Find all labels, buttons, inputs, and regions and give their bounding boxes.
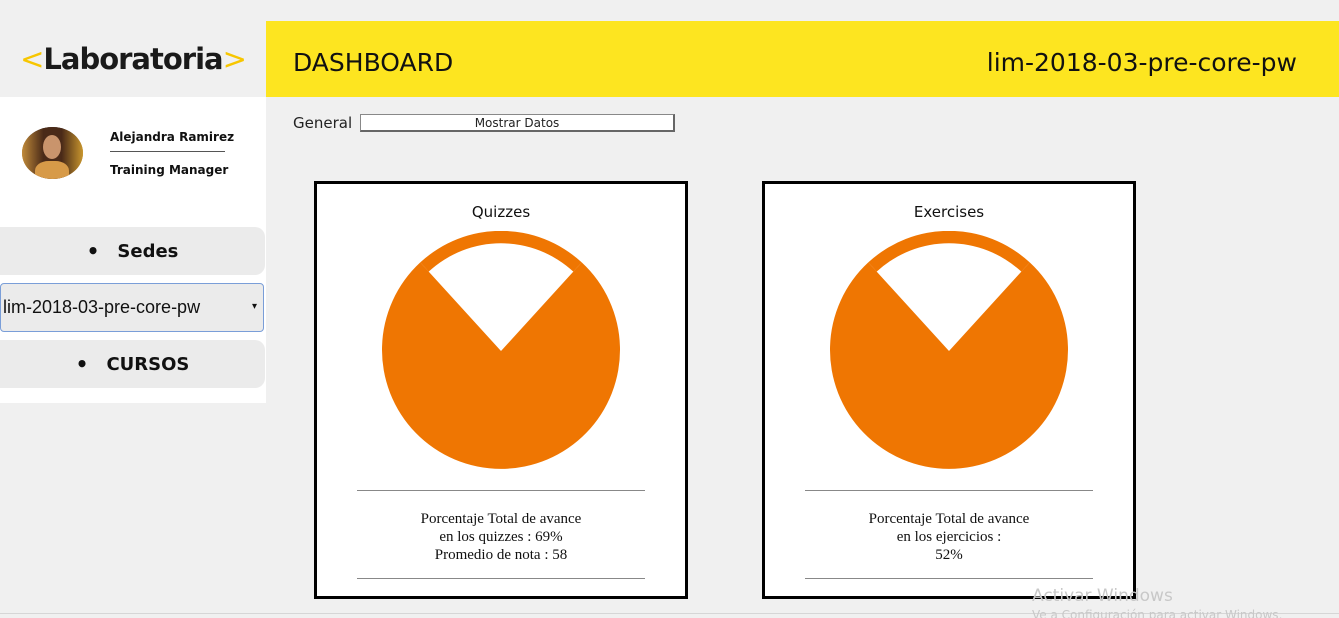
- divider-top: [805, 490, 1093, 491]
- exercises-stat-line2: en los ejercicios :: [896, 529, 1002, 545]
- quizzes-pie-chart: [382, 231, 620, 469]
- page-title: DASHBOARD: [293, 48, 454, 77]
- quizzes-stat-line1: Porcentaje Total de avance: [420, 511, 582, 527]
- cohort-select[interactable]: lim-2018-03-pre-core-pw ▾: [0, 283, 264, 332]
- exercises-pie-ring: [868, 231, 1030, 272]
- header-bar: DASHBOARD lim-2018-03-pre-core-pw: [266, 21, 1339, 97]
- cursos-label: CURSOS: [106, 353, 190, 375]
- windows-activation-watermark: Activar Windows: [1032, 586, 1173, 606]
- logo-left-chevron: <: [20, 42, 44, 76]
- user-profile: Alejandra Ramirez Training Manager: [22, 127, 252, 179]
- cohort-select-value: lim-2018-03-pre-core-pw: [3, 297, 201, 317]
- quizzes-stat-line3: Promedio de nota : 58: [434, 547, 568, 563]
- quizzes-pie-ring: [420, 231, 582, 272]
- exercises-stat-line3: 52%: [935, 547, 963, 563]
- chevron-down-icon: ▾: [251, 301, 257, 312]
- exercises-card: Exercises Porcentaje Total de avance en …: [762, 181, 1136, 599]
- logo-right-chevron: >: [222, 42, 247, 76]
- quizzes-stats: Porcentaje Total de avance en los quizze…: [317, 510, 685, 564]
- divider-bottom: [805, 578, 1093, 579]
- header-cohort: lim-2018-03-pre-core-pw: [986, 48, 1297, 77]
- exercises-pie-slice: [830, 262, 1068, 469]
- exercises-card-title: Exercises: [913, 203, 985, 221]
- profile-divider: [110, 151, 225, 152]
- quizzes-card: Quizzes Porcentaje Total de avance en lo…: [314, 181, 688, 599]
- exercises-pie-chart: [830, 231, 1068, 469]
- cursos-button[interactable]: • CURSOS: [0, 340, 265, 388]
- laboratoria-logo[interactable]: <Laboratoria>: [20, 42, 247, 76]
- bullet-icon: •: [86, 239, 100, 263]
- windows-activation-subtitle: Ve a Configuración para activar Windows.: [1032, 608, 1283, 618]
- avatar: [22, 127, 83, 179]
- sedes-button[interactable]: • Sedes: [0, 227, 265, 275]
- general-label: General: [293, 114, 353, 132]
- exercises-stats: Porcentaje Total de avance en los ejerci…: [765, 510, 1133, 564]
- logo-area: <Laboratoria>: [0, 21, 266, 97]
- show-data-button[interactable]: Mostrar Datos: [360, 114, 675, 132]
- profile-role: Training Manager: [110, 163, 229, 177]
- exercises-stat-line1: Porcentaje Total de avance: [868, 511, 1030, 527]
- quizzes-stat-line2: en los quizzes : 69%: [439, 529, 563, 545]
- profile-name: Alejandra Ramirez: [110, 130, 235, 144]
- bullet-icon: •: [75, 352, 89, 376]
- divider-bottom: [357, 578, 645, 579]
- logo-text: Laboratoria: [43, 42, 223, 76]
- quizzes-pie-slice: [382, 262, 620, 469]
- divider-top: [357, 490, 645, 491]
- sedes-label: Sedes: [117, 240, 179, 262]
- quizzes-card-title: Quizzes: [471, 203, 531, 221]
